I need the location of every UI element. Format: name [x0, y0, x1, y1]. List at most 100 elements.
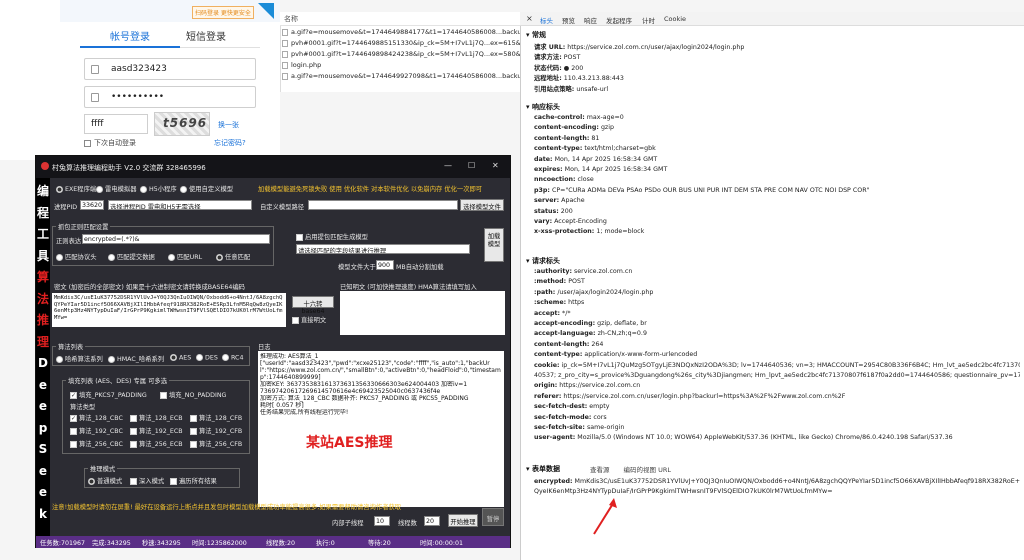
network-row[interactable]: pvh#0001.gif?t=1744649885151330&ip_ck=5M… — [282, 39, 520, 50]
reason-all-results[interactable]: 遍历所有结果 — [170, 476, 217, 485]
password-field[interactable]: •••••••••• — [84, 86, 256, 108]
radio-icon[interactable] — [108, 253, 115, 261]
section-request[interactable]: ▾ 请求标头 — [526, 256, 560, 266]
model-size-input[interactable]: 900 — [376, 260, 394, 270]
tab-headers[interactable]: 标头 — [540, 15, 553, 25]
select-model-button[interactable]: 选择模型文件 — [460, 199, 504, 211]
mode-ldplayer[interactable]: 雷电模拟器 — [96, 184, 136, 193]
regex-opt-header[interactable]: 匹配协议头 — [56, 252, 96, 261]
checkbox-icon[interactable] — [130, 427, 137, 435]
hex-to-base64-button[interactable]: 十六转base64 — [292, 296, 334, 315]
checkbox-icon[interactable] — [190, 427, 197, 435]
regex-opt-body[interactable]: 匹配提交数据 — [108, 252, 155, 261]
fill-nopadding[interactable]: 填充_NO_PADDING — [160, 390, 226, 399]
mode-h5[interactable]: H5小程序 — [140, 184, 177, 193]
checkbox-icon[interactable]: ✓ — [70, 414, 77, 422]
reason-normal[interactable]: 普通模式 — [88, 476, 122, 485]
captcha-input[interactable]: ffff — [84, 114, 148, 134]
network-row[interactable]: pvh#0001.gif?t=1744649898424238&ip_ck=5M… — [282, 50, 520, 61]
start-inference-button[interactable]: 开始推理 — [448, 514, 478, 527]
threads-input[interactable]: 10 — [374, 516, 390, 526]
algo-hmac[interactable]: HMAC_哈希系列 — [108, 354, 164, 363]
checkbox-icon[interactable] — [190, 414, 197, 422]
tab-response[interactable]: 响应 — [584, 15, 597, 25]
log-output[interactable]: 推理成功: AES算法_1 ["userId":"aasd323423","pw… — [258, 351, 504, 507]
payload-tab[interactable]: 编码的视图 URL — [624, 466, 671, 474]
section-general[interactable]: ▾ 常规 — [526, 30, 546, 40]
load-model-button[interactable]: 加载模型 — [484, 228, 504, 262]
close-window-icon[interactable]: ✕ — [492, 161, 499, 170]
radio-icon[interactable] — [140, 185, 147, 193]
enc-192-cbc[interactable]: 算法_192_CBC — [70, 426, 123, 435]
radio-icon[interactable] — [222, 354, 229, 361]
regex-input[interactable]: encrypted=(.*?)& — [82, 234, 270, 244]
tab-account-login[interactable]: 帐号登录 — [110, 28, 150, 43]
checkbox-icon[interactable] — [190, 440, 197, 448]
fill-pkcs7[interactable]: ✓ 填充_PKCS7_PADDING — [70, 390, 147, 399]
username-field[interactable]: aasd323423 — [84, 58, 256, 80]
radio-icon[interactable] — [196, 354, 203, 361]
radio-icon[interactable] — [56, 185, 63, 193]
captcha-refresh-link[interactable]: 换一张 — [218, 120, 239, 130]
regex-opt-url[interactable]: 匹配URL — [168, 252, 202, 261]
enc-256-cfb[interactable]: 算法_256_CFB — [190, 439, 242, 448]
cipher-textarea[interactable]: MmKdis3C/usE1uK37752DSR1YVlUvJ+Y0QJ3QnIu… — [52, 293, 286, 327]
forgot-password-link[interactable]: 忘记密码? — [214, 138, 246, 148]
mode-custom-model[interactable]: 使用自定义模型 — [180, 184, 233, 193]
algo-hash[interactable]: 哈希算法系列 — [56, 354, 103, 363]
tab-sms-login[interactable]: 短信登录 — [186, 28, 226, 43]
checkbox-icon[interactable] — [296, 233, 303, 241]
enc-128-ecb[interactable]: 算法_128_ECB — [130, 413, 183, 422]
checkbox-icon[interactable] — [70, 427, 77, 435]
payload-tab[interactable]: 查看源 — [590, 466, 610, 474]
auto-login-checkbox[interactable]: 下次自动登录 — [84, 138, 136, 148]
checkbox-icon[interactable] — [292, 316, 299, 324]
network-row[interactable]: a.gif?e=mousemove&t=1744649927098&t1=174… — [282, 72, 520, 83]
checkbox-icon[interactable] — [130, 440, 137, 448]
tab-cookie[interactable]: Cookie — [664, 15, 686, 23]
pause-button[interactable]: 暂停 — [482, 508, 504, 526]
reason-deep[interactable]: 深入模式 — [130, 476, 164, 485]
checkbox-icon[interactable] — [70, 440, 77, 448]
enc-256-ecb[interactable]: 算法_256_ECB — [130, 439, 183, 448]
radio-icon[interactable] — [108, 355, 115, 363]
use-feature-model[interactable]: 启用提包匹配生成模型 — [296, 232, 368, 241]
section-response[interactable]: ▾ 响应标头 — [526, 102, 560, 112]
radio-icon[interactable] — [88, 477, 95, 485]
minimize-icon[interactable]: — — [444, 161, 452, 170]
enc-128-cbc[interactable]: ✓ 算法_128_CBC — [70, 413, 123, 422]
mode-exe[interactable]: EXE程序端 — [56, 184, 96, 193]
process-select[interactable]: 选择进程PID 雷电和H5无需选择 — [108, 200, 252, 210]
enc-192-cfb[interactable]: 算法_192_CFB — [190, 426, 242, 435]
checkbox-icon[interactable]: ✓ — [70, 391, 77, 399]
checkbox-icon[interactable] — [130, 414, 137, 422]
network-row[interactable]: login.php — [282, 61, 520, 72]
custom-model-path[interactable] — [308, 200, 458, 210]
enc-192-ecb[interactable]: 算法_192_ECB — [130, 426, 183, 435]
plaintext-textarea[interactable] — [340, 291, 505, 335]
radio-icon[interactable] — [168, 253, 175, 261]
tool-titlebar[interactable]: 村兔算法推理编程助手 V2.0 交流群 328465996 — ☐ ✕ — [36, 156, 510, 178]
network-name-header[interactable]: 名称 — [280, 12, 520, 26]
tab-timing[interactable]: 计时 — [642, 15, 655, 25]
enc-256-cbc[interactable]: 算法_256_CBC — [70, 439, 123, 448]
captcha-image[interactable]: t5696 — [154, 112, 210, 136]
enc-128-cfb[interactable]: 算法_128_CFB — [190, 413, 242, 422]
radio-icon[interactable] — [56, 253, 63, 261]
maximize-icon[interactable]: ☐ — [468, 161, 475, 170]
model-field-select[interactable]: 请选择匹配的字段结果进行推理 — [296, 244, 470, 254]
algo-aes[interactable]: AES — [170, 354, 191, 362]
radio-icon[interactable] — [170, 354, 177, 361]
close-icon[interactable]: × — [526, 14, 533, 23]
checkbox-icon[interactable] — [130, 477, 137, 485]
radio-icon[interactable] — [180, 185, 187, 193]
pid-input[interactable]: 33620 — [80, 200, 104, 210]
regex-opt-any[interactable]: 任意匹配 — [216, 252, 250, 261]
tab-initiator[interactable]: 发起程序 — [606, 15, 632, 25]
checkbox-icon[interactable] — [84, 139, 91, 147]
algo-rc4[interactable]: RC4 — [222, 354, 243, 362]
checkbox-icon[interactable] — [170, 477, 177, 485]
checkbox-icon[interactable] — [160, 391, 167, 399]
network-row[interactable]: a.gif?e=mousemove&t=1744649884177&t1=174… — [282, 28, 520, 39]
radio-icon[interactable] — [216, 253, 223, 261]
